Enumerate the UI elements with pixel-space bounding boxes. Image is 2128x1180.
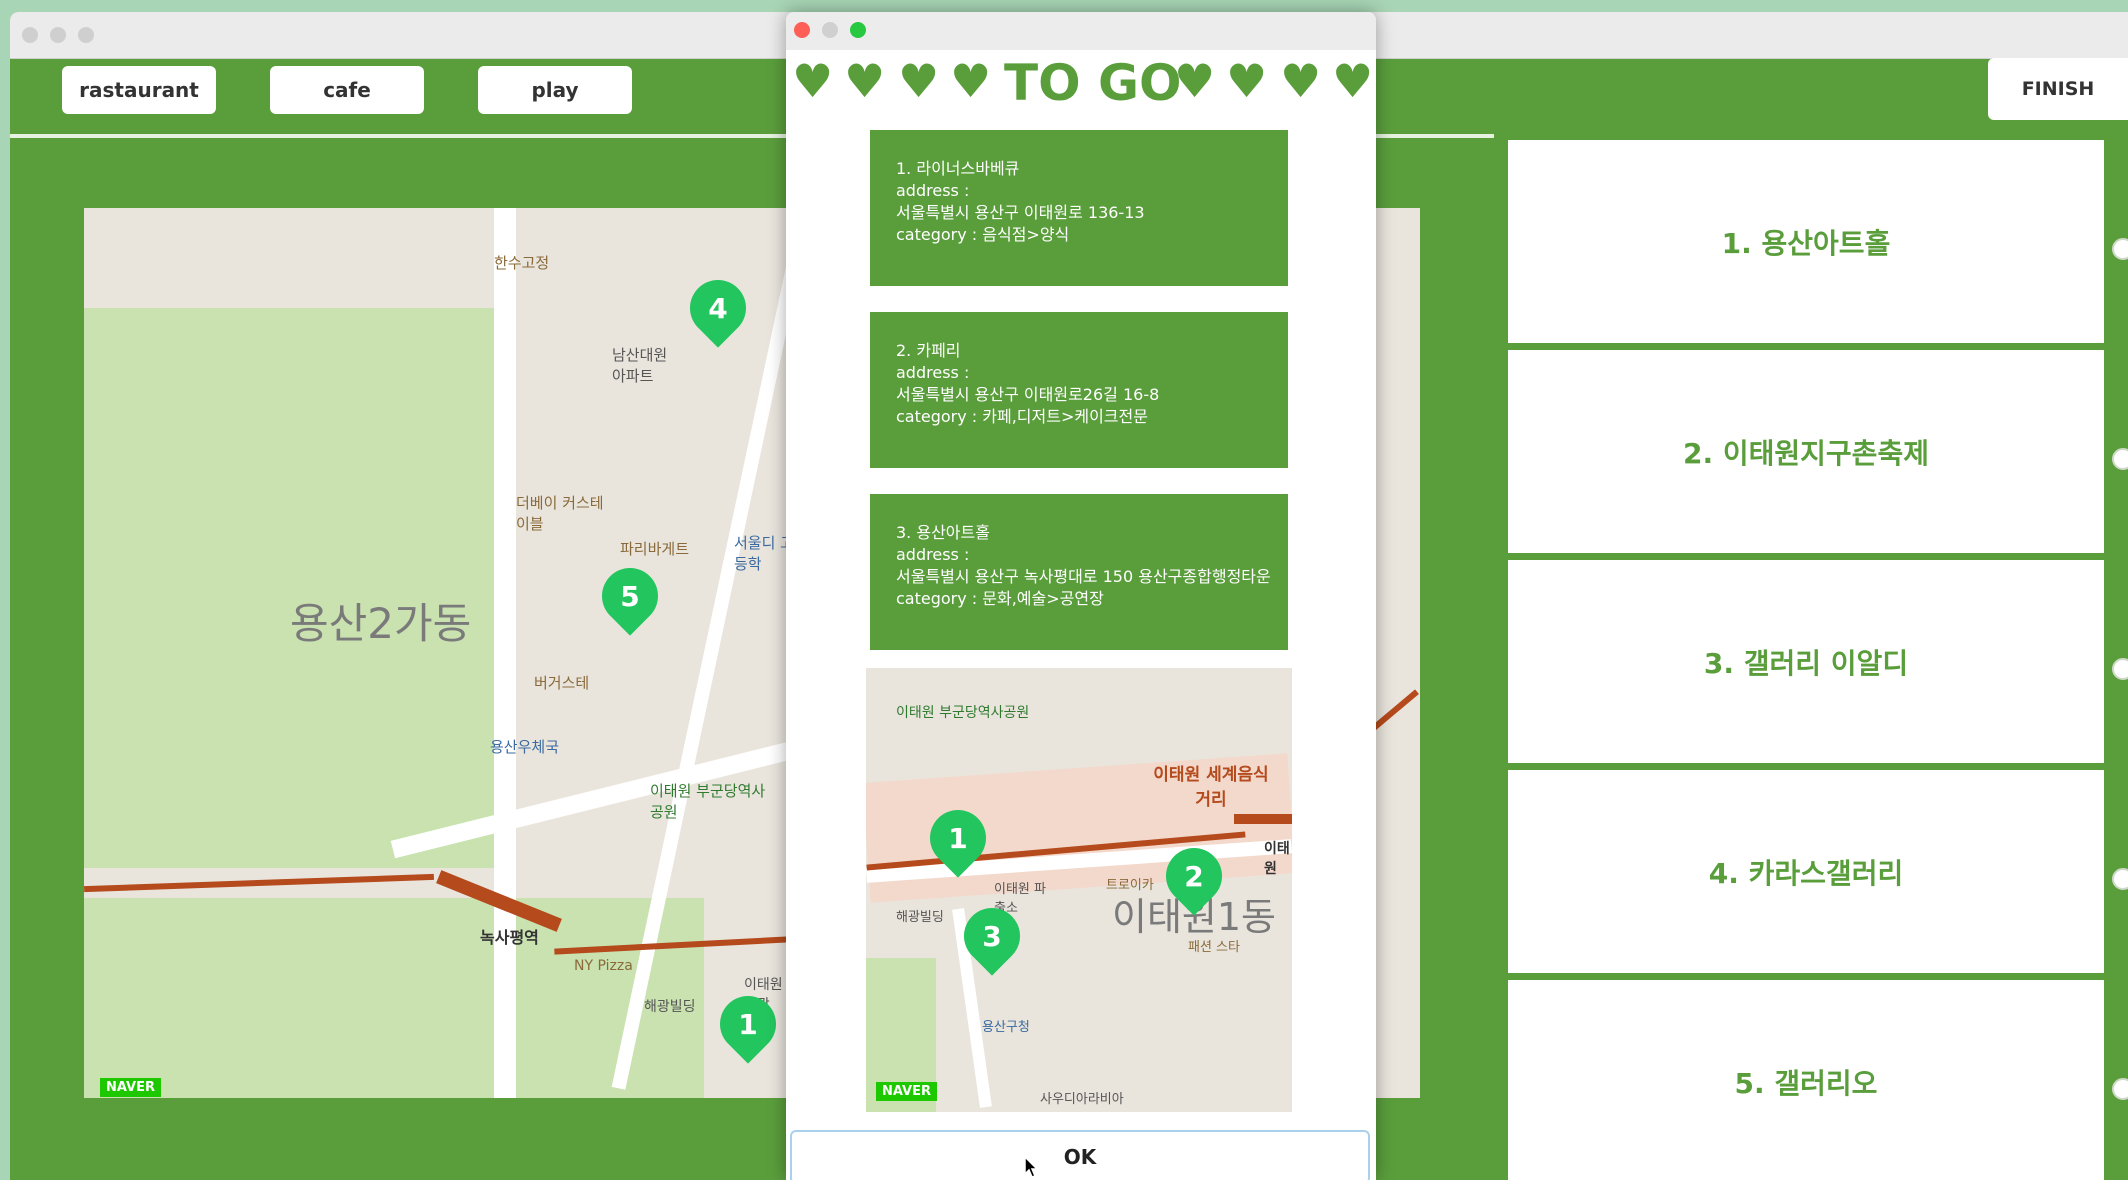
cafe-button[interactable]: cafe [270,66,424,114]
park-area-south [84,898,704,1098]
heart-icon: ♥ [898,54,940,108]
selected-place-item[interactable]: 1. 용산아트홀 [1508,140,2104,343]
route-line [1369,689,1419,733]
heart-icon: ♥ [1174,54,1216,108]
park-area [84,308,504,868]
subway-station-label: 녹사평역 [480,928,539,947]
close-dialog-icon[interactable] [794,22,810,38]
play-button[interactable]: play [478,66,632,114]
heart-icon: ♥ [792,54,834,108]
area-label: 용산2가동 [290,599,472,648]
heart-icon: ♥ [950,54,992,108]
selected-place-item[interactable]: 4. 카라스갤러리 [1508,770,2104,973]
pin-number: 5 [620,579,640,613]
poi-label: 서울디 고등학 [734,534,794,573]
pin-number: 1 [738,1007,758,1041]
radio-button[interactable] [2112,238,2128,260]
poi-label: NY Pizza [574,958,633,974]
dialog-titlebar [786,12,1376,50]
radio-button[interactable] [2112,658,2128,680]
card-address: 서울특별시 용산구 이태원로 136-13 [896,203,1145,222]
heart-icon: ♥ [844,54,886,108]
subway-station-label: 이태원 [1264,841,1290,877]
road [494,208,516,1098]
zoom-window-icon[interactable] [78,27,94,43]
radio-button[interactable] [2112,448,2128,470]
pin-number: 2 [1184,859,1204,893]
poi-label: 이태원 부군당역사공원 [896,705,1030,721]
route-segment [1234,814,1292,824]
selected-places-list: 1. 용산아트홀 2. 이태원지구촌축제 3. 갤러리 이알디 4. 카라스갤러… [1494,126,2128,1180]
to-go-dialog: ♥ ♥ ♥ ♥ TO GO ♥ ♥ ♥ ♥ 1. 라이너스바베큐 address… [786,12,1376,1180]
selected-place-item[interactable]: 2. 이태원지구촌축제 [1508,350,2104,553]
poi-label: 사우디아라비아 [1040,1092,1124,1107]
dialog-map[interactable]: 이태원 부군당역사공원 이태원 세계음식거리 이태원 트로이카 이태원 파출소 … [866,668,1292,1112]
minimize-window-icon[interactable] [50,27,66,43]
to-go-card: 1. 라이너스바베큐 address : 서울특별시 용산구 이태원로 136-… [870,130,1288,286]
poi-label: 한수고정 [494,254,550,272]
poi-label: 이태원 부군당역사공원 [650,782,766,821]
poi-label: 파리바게트 [620,540,690,558]
card-address: 서울특별시 용산구 이태원로26길 16-8 [896,385,1160,404]
heart-icon: ♥ [1226,54,1268,108]
ok-button[interactable]: OK [790,1130,1370,1180]
to-go-card: 3. 용산아트홀 address : 서울특별시 용산구 녹사평대로 150 용… [870,494,1288,650]
card-name: 1. 라이너스바베큐 [896,159,1020,178]
mouse-cursor-icon [1024,1156,1038,1178]
card-address-label: address : [896,545,970,564]
restaurant-button[interactable]: rastaurant [62,66,216,114]
radio-button[interactable] [2112,1078,2128,1100]
pin-number: 4 [708,291,728,325]
selected-place-item[interactable]: 5. 갤러리오 [1508,980,2104,1180]
minimize-dialog-icon[interactable] [822,22,838,38]
card-category: category : 카페,디저트>케이크전문 [896,407,1148,426]
to-go-card: 2. 카페리 address : 서울특별시 용산구 이태원로26길 16-8 … [870,312,1288,468]
pin-number: 3 [982,919,1002,953]
pin-number: 1 [948,821,968,855]
poi-label: 더베이 커스테이블 [516,494,604,533]
naver-logo: NAVER [100,1078,162,1097]
poi-label: 해광빌딩 [644,999,696,1015]
poi-label: 남산대원 아파트 [612,346,668,385]
card-name: 2. 카페리 [896,341,961,360]
finish-button[interactable]: FINISH [1988,58,2128,120]
card-address-label: address : [896,181,970,200]
card-address: 서울특별시 용산구 녹사평대로 150 용산구종합행정타운 [896,567,1271,586]
poi-label: 용산구청 [982,1020,1030,1035]
card-category: category : 음식점>양식 [896,225,1070,244]
heart-icon: ♥ [1332,54,1374,108]
poi-label: 해광빌딩 [896,910,944,925]
heart-icon: ♥ [1280,54,1322,108]
zoom-dialog-icon[interactable] [850,22,866,38]
poi-label: 용산우체국 [490,738,560,756]
close-window-icon[interactable] [22,27,38,43]
card-address-label: address : [896,363,970,382]
selected-place-item[interactable]: 3. 갤러리 이알디 [1508,560,2104,763]
dialog-title: TO GO [1004,54,1182,112]
naver-logo: NAVER [876,1082,938,1101]
card-category: category : 문화,예술>공연장 [896,589,1104,608]
card-name: 3. 용산아트홀 [896,523,990,542]
route-line [84,873,434,893]
poi-label: 버거스테 [534,674,590,692]
poi-label: 이태원 세계음식거리 [1153,765,1269,810]
radio-button[interactable] [2112,868,2128,890]
